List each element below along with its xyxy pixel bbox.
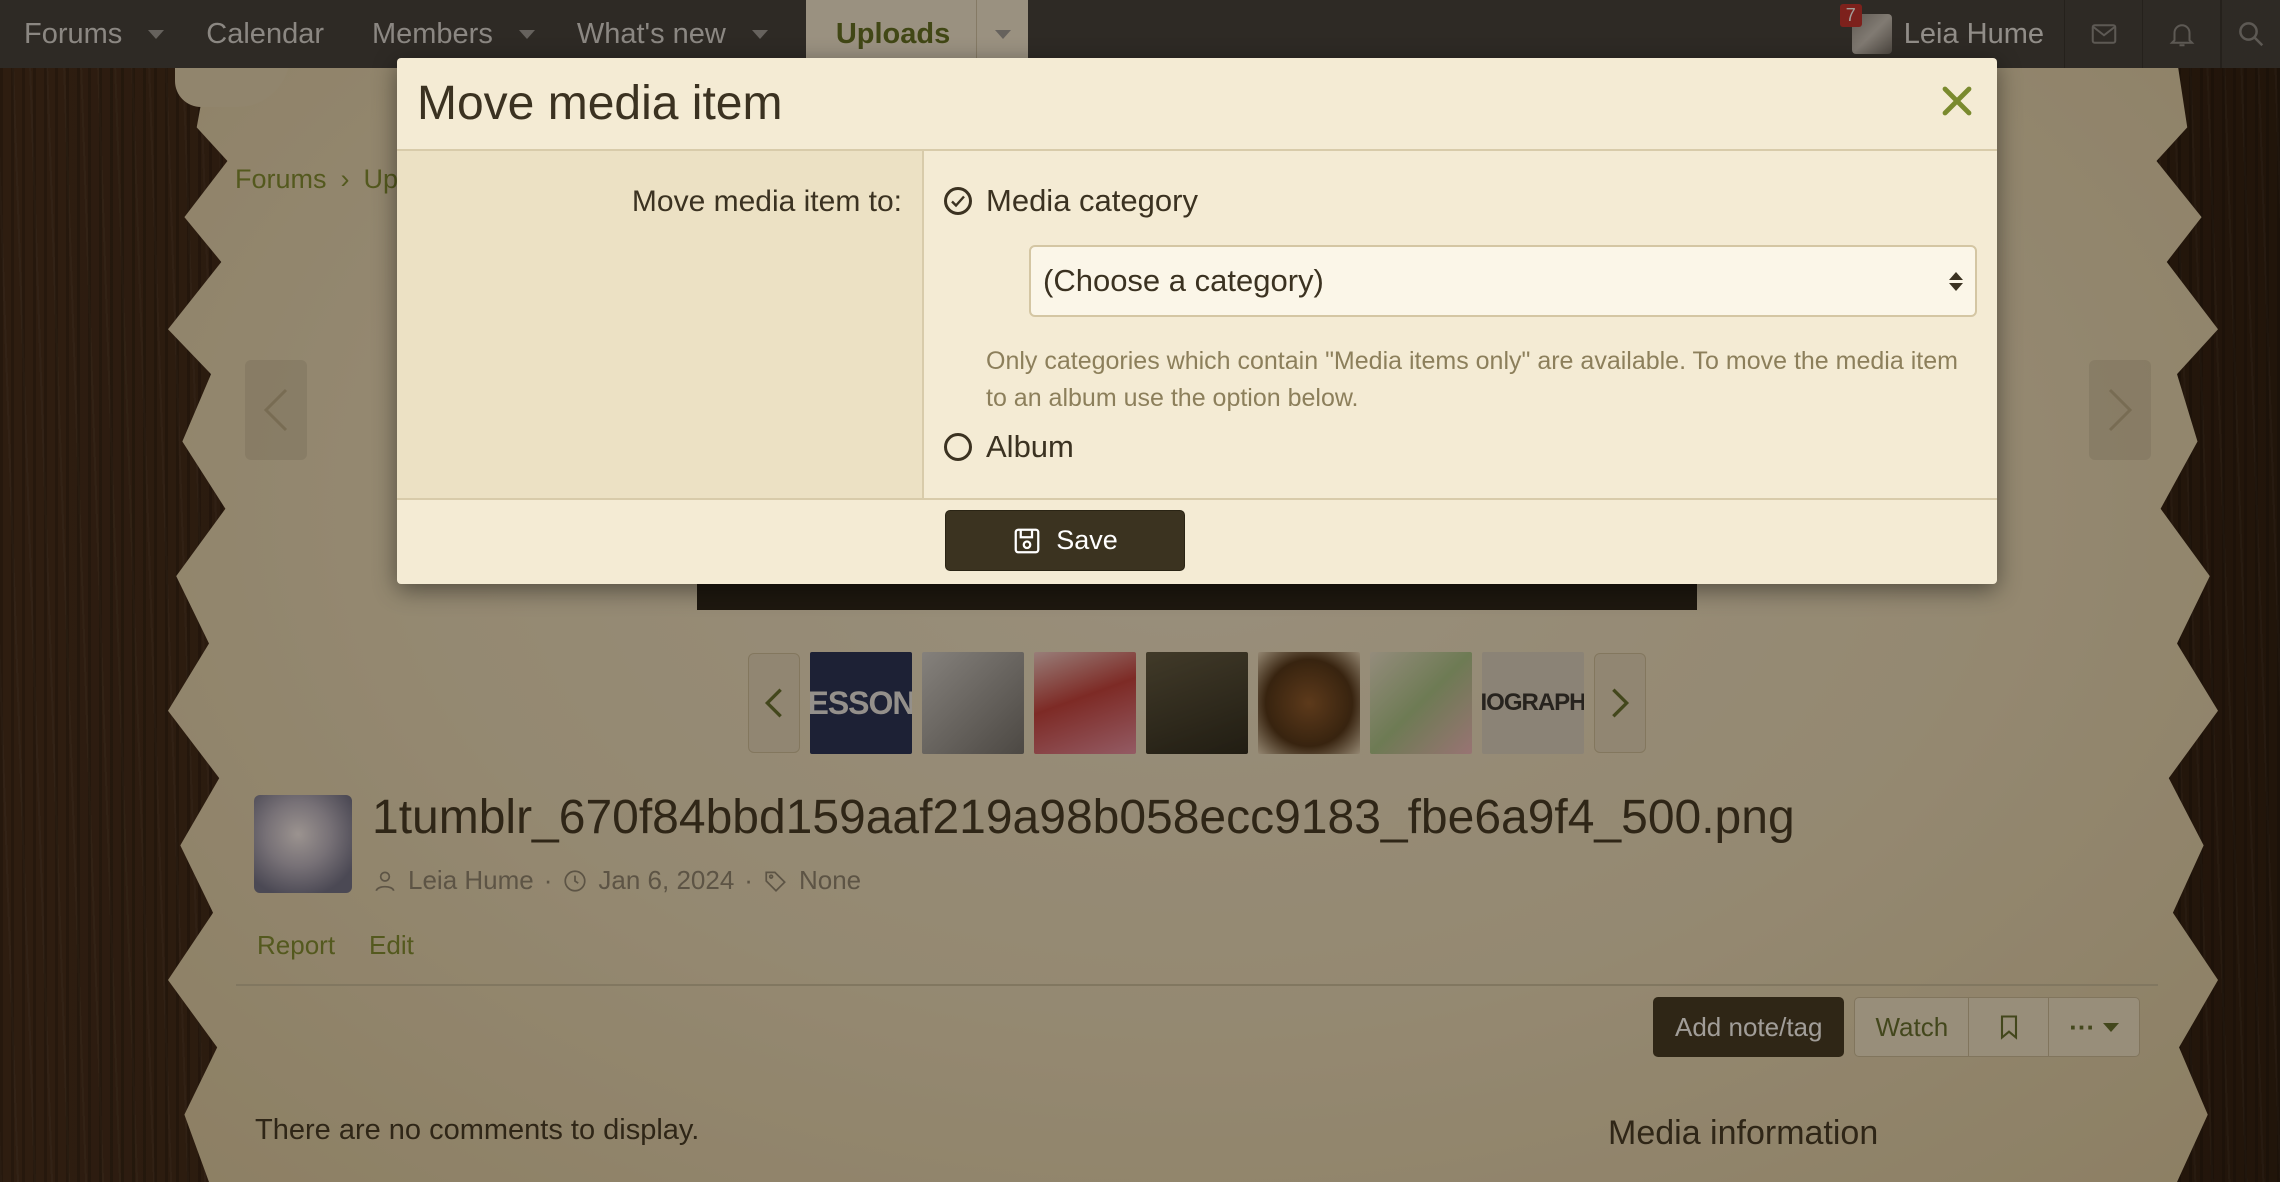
form-label: Move media item to: <box>397 151 924 498</box>
close-icon <box>1942 86 1972 116</box>
radio-checked[interactable] <box>944 187 972 215</box>
category-hint: Only categories which contain "Media ite… <box>986 347 1958 412</box>
save-icon <box>1014 528 1040 553</box>
arrow-up-icon <box>1949 271 1963 280</box>
radio-unchecked[interactable] <box>944 433 972 461</box>
arrow-down-icon <box>1949 282 1963 291</box>
radio-label: Media category <box>986 183 1198 218</box>
radio-album[interactable]: Album <box>944 429 1997 465</box>
form-inputs: Media category (Choose a category) Only … <box>924 151 1997 498</box>
page: Forums Calendar Members What's new Uploa… <box>0 0 2280 1182</box>
radio-media-category[interactable]: Media category <box>944 183 1997 219</box>
save-button[interactable]: Save <box>945 510 1185 571</box>
category-select[interactable]: (Choose a category) <box>1029 245 1977 317</box>
close-button[interactable] <box>1939 83 1975 124</box>
save-label: Save <box>1056 525 1118 555</box>
move-media-dialog: Move media item Move media item to: Medi… <box>397 58 1997 584</box>
select-value: (Choose a category) <box>1043 263 1324 298</box>
check-icon <box>951 195 965 208</box>
dialog-header: Move media item <box>397 58 1997 151</box>
dialog-footer: Save <box>397 500 1997 571</box>
radio-label: Album <box>986 429 1074 464</box>
dialog-body: Move media item to: Media category (Choo… <box>397 151 1997 500</box>
select-arrows-icon <box>1949 271 1963 291</box>
dialog-title: Move media item <box>417 77 783 130</box>
